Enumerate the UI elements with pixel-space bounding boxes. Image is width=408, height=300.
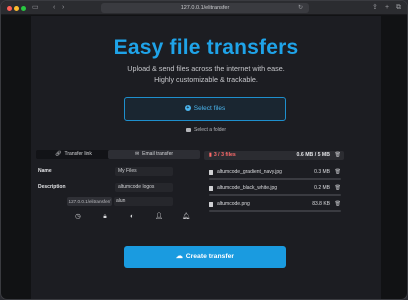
page-title: Easy file transfers xyxy=(113,36,299,59)
address-bar[interactable]: 127.0.0.1/elitransfer ↻ xyxy=(101,3,309,13)
sidebar-icon[interactable]: ▭ xyxy=(32,3,39,13)
tabs-overview-icon[interactable]: ⧉ xyxy=(396,3,401,13)
close-window-button[interactable] xyxy=(7,5,12,11)
file-item: altumcode.png 83.8 KB 🗑︎ xyxy=(204,198,344,212)
tab-email-transfer[interactable]: ✉ Email transfer xyxy=(108,150,200,159)
maximize-window-button[interactable] xyxy=(21,5,26,11)
description-label: Description xyxy=(38,184,66,190)
browser-window: ▭ ‹ › 127.0.0.1/elitransfer ↻ ⇪ + ⧉ Easy… xyxy=(0,0,408,300)
file-size: 83.8 KB xyxy=(312,201,330,207)
subtitle-line-2: Highly customizable & trackable. xyxy=(154,74,258,84)
file-name: altumcode_gradient_navy.jpg xyxy=(217,169,282,175)
delete-file-icon[interactable]: 🗑︎ xyxy=(335,168,341,177)
url-prefix: 127.0.0.1/elitransfer/ xyxy=(67,197,112,206)
file-icon: ▮ xyxy=(209,152,212,158)
file-progress-bar xyxy=(209,210,341,212)
lock-icon[interactable]: 🔒︎ xyxy=(101,213,109,221)
delete-file-icon[interactable]: 🗑︎ xyxy=(335,200,341,209)
minimize-window-button[interactable] xyxy=(14,5,19,11)
file-name: altumcode_black_white.jpg xyxy=(217,185,278,191)
contrast-icon[interactable]: ◐ xyxy=(128,213,136,221)
clock-icon[interactable]: ◷ xyxy=(74,213,82,221)
file-size: 0.2 MB xyxy=(314,185,330,191)
folder-icon xyxy=(186,127,192,132)
link-icon: 🔗︎ xyxy=(55,151,62,157)
delete-all-icon[interactable]: 🗑︎ xyxy=(335,151,341,160)
delete-file-icon[interactable]: 🗑︎ xyxy=(335,184,341,193)
files-count-label: 3 / 3 files xyxy=(213,152,236,158)
files-total-size: 0.6 MB / 5 MB xyxy=(296,152,330,158)
files-summary: ▮ 3 / 3 files 0.6 MB / 5 MB 🗑︎ xyxy=(204,151,344,160)
files-count: ▮ 3 / 3 files xyxy=(209,151,236,160)
create-transfer-button[interactable]: ☁ Create transfer xyxy=(124,246,286,268)
file-name: altumcode.png xyxy=(217,201,250,207)
file-item: altumcode_black_white.jpg 0.2 MB 🗑︎ xyxy=(204,182,344,196)
subtitle-line-1: Upload & send files across the internet … xyxy=(127,64,285,73)
share-icon[interactable]: ⇪ xyxy=(372,3,378,13)
tab-email-transfer-label: Email transfer xyxy=(142,151,174,157)
file-item: altumcode_gradient_navy.jpg 0.3 MB 🗑︎ xyxy=(204,166,344,180)
file-size: 0.3 MB xyxy=(314,169,330,175)
file-progress-bar xyxy=(209,194,341,196)
select-folder-link[interactable]: Select a folder xyxy=(31,127,381,133)
reload-icon[interactable]: ↻ xyxy=(298,3,303,13)
page-subtitle: Upload & send files across the internet … xyxy=(31,64,381,85)
forward-icon[interactable]: › xyxy=(62,3,64,13)
title-bar: ▭ ‹ › 127.0.0.1/elitransfer ↻ ⇪ + ⧉ xyxy=(1,1,407,15)
name-label: Name xyxy=(38,168,52,174)
description-input[interactable]: altumcode logos xyxy=(115,183,173,192)
plus-circle-icon: + xyxy=(184,105,191,112)
new-tab-icon[interactable]: + xyxy=(385,3,389,13)
mail-icon: ✉ xyxy=(134,151,140,157)
back-icon[interactable]: ‹ xyxy=(53,3,55,13)
user-icon[interactable]: 👤︎ xyxy=(155,213,163,221)
select-folder-label: Select a folder xyxy=(194,127,226,133)
transfer-type-tabs: 🔗︎ Transfer link ✉ Email transfer xyxy=(36,150,201,159)
name-input[interactable]: My Files xyxy=(115,167,173,176)
file-progress-bar xyxy=(209,178,341,180)
select-files-label: Select files xyxy=(193,105,226,112)
tab-transfer-link[interactable]: 🔗︎ Transfer link xyxy=(36,150,111,159)
cloud-upload-icon: ☁ xyxy=(175,253,183,260)
address-bar-url: 127.0.0.1/elitransfer xyxy=(180,5,230,11)
file-icon xyxy=(209,202,213,207)
file-icon xyxy=(209,170,213,175)
bell-icon[interactable]: 🔔︎ xyxy=(182,213,190,221)
file-icon xyxy=(209,186,213,191)
tab-transfer-link-label: Transfer link xyxy=(64,151,92,157)
custom-url-input[interactable]: alun xyxy=(114,197,173,206)
select-files-button[interactable]: + Select files xyxy=(124,97,286,121)
create-transfer-label: Create transfer xyxy=(185,253,235,260)
